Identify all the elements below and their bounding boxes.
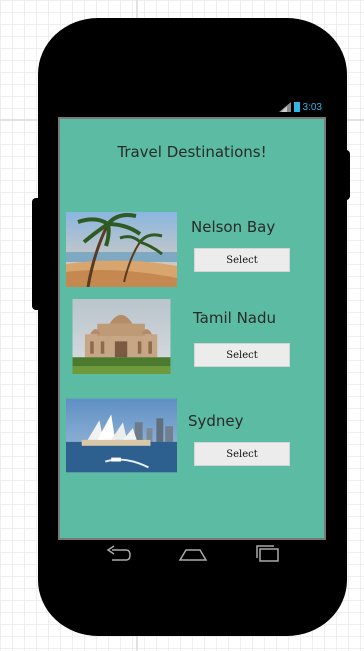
back-icon[interactable] (104, 544, 132, 564)
status-time: 3:03 (302, 101, 322, 113)
sydney-opera-house-photo (66, 398, 177, 473)
battery-icon (293, 102, 300, 112)
navigation-bar (58, 540, 326, 570)
app-screen: Travel Destinations! Nelson Bay Select T… (58, 117, 326, 540)
beach-palm-trees-photo (66, 212, 177, 287)
home-icon[interactable] (178, 544, 208, 564)
destination-name-tamil-nadu: Tamil Nadu (193, 309, 277, 327)
select-button-nelson-bay[interactable]: Select (194, 248, 290, 272)
select-button-sydney[interactable]: Select (194, 442, 290, 466)
page-title: Travel Destinations! (117, 143, 267, 161)
destination-name-nelson-bay: Nelson Bay (191, 218, 276, 236)
destination-name-sydney: Sydney (188, 412, 244, 430)
status-bar: 3:03 (58, 98, 326, 116)
recents-icon[interactable] (254, 544, 282, 564)
temple-photo (72, 299, 171, 374)
select-button-tamil-nadu[interactable]: Select (194, 343, 290, 367)
signal-icon (278, 102, 291, 112)
